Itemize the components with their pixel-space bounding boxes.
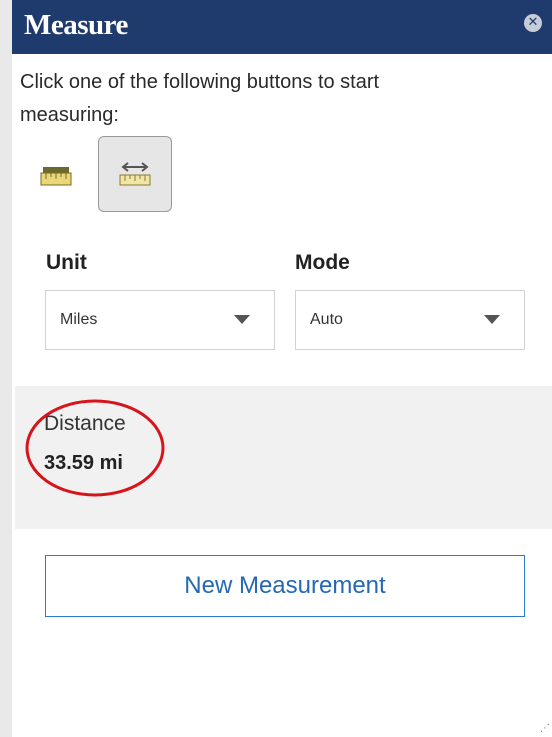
panel-title: Measure — [24, 9, 128, 41]
distance-measure-button[interactable] — [98, 136, 172, 212]
new-measurement-button[interactable]: New Measurement — [45, 555, 525, 617]
mode-label: Mode — [295, 251, 350, 274]
result-value: 33.59 mi — [44, 452, 123, 474]
close-icon[interactable]: ✕ — [524, 14, 542, 32]
area-ruler-icon — [40, 167, 72, 186]
unit-label: Unit — [46, 251, 87, 274]
area-measure-button[interactable] — [34, 150, 78, 198]
panel-header: Measure ✕ — [12, 0, 552, 54]
chevron-down-icon — [484, 315, 500, 324]
chevron-down-icon — [234, 315, 250, 324]
measure-panel: Measure ✕ Click one of the following but… — [12, 0, 552, 737]
mode-select[interactable]: Auto — [295, 290, 525, 350]
unit-selected-value: Miles — [60, 311, 98, 328]
unit-select[interactable]: Miles — [45, 290, 275, 350]
distance-ruler-icon — [119, 162, 151, 186]
mode-selected-value: Auto — [310, 311, 343, 328]
instructions-text: Click one of the following buttons to st… — [20, 71, 380, 126]
result-label: Distance — [44, 412, 126, 435]
resize-grip-icon[interactable]: ⋰ — [540, 724, 550, 734]
